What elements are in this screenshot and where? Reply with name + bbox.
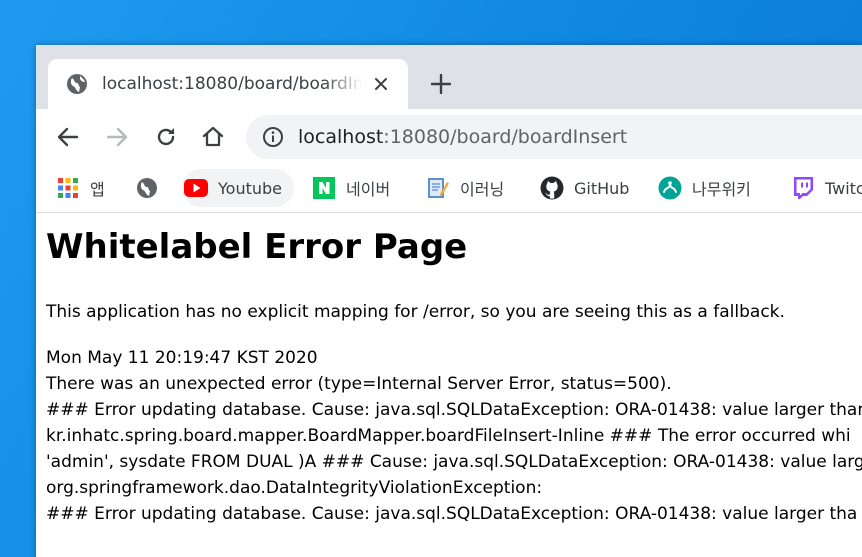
bookmark-youtube[interactable]: Youtube (182, 169, 294, 207)
github-icon (540, 176, 564, 200)
reload-icon (157, 128, 175, 146)
home-icon (202, 126, 224, 147)
error-line: ### Error updating database. Cause: java… (46, 504, 858, 524)
page-content: Whitelabel Error Page This application h… (36, 213, 862, 557)
twitch-icon (791, 176, 815, 200)
arrow-left-icon (57, 127, 79, 147)
back-button[interactable] (54, 123, 82, 151)
bookmark-namuwiki[interactable]: 나무위키 (658, 169, 751, 207)
naver-icon (312, 176, 336, 200)
error-line: ### Error updating database. Cause: java… (46, 400, 862, 420)
url-path: :18080/board/boardInsert (383, 126, 628, 148)
home-button[interactable] (199, 123, 227, 151)
globe-icon (135, 176, 159, 200)
tab-strip: localhost:18080/board/boardInsert (36, 45, 862, 109)
close-icon[interactable] (370, 73, 392, 95)
reload-button[interactable] (152, 123, 180, 151)
error-line: There was an unexpected error (type=Inte… (46, 374, 672, 394)
error-line: 'admin', sysdate FROM DUAL )A ### Cause:… (46, 452, 862, 472)
bookmark-twitch[interactable]: Twitch (791, 169, 862, 207)
new-tab-button[interactable] (428, 71, 454, 97)
plus-icon (431, 74, 451, 94)
page-title: Whitelabel Error Page (46, 227, 468, 267)
bookmark-label: 앱 (90, 180, 105, 199)
bookmark-github[interactable]: GitHub (540, 169, 629, 207)
youtube-icon (184, 176, 208, 200)
url-text: localhost:18080/board/boardInsert (298, 126, 627, 148)
fallback-description: This application has no explicit mapping… (46, 302, 785, 322)
forward-button[interactable] (103, 123, 131, 151)
globe-icon (66, 73, 88, 95)
bookmark-globe[interactable] (135, 169, 159, 207)
bookmark-label: Twitch (825, 178, 862, 198)
apps-grid-icon (56, 176, 80, 200)
url-host: localhost (298, 126, 384, 148)
error-line: kr.inhatc.spring.board.mapper.BoardMappe… (46, 426, 851, 446)
tab-title: localhost:18080/board/boardInsert (102, 74, 362, 94)
namuwiki-icon (658, 176, 682, 200)
error-timestamp: Mon May 11 20:19:47 KST 2020 (46, 348, 318, 368)
bookmark-label: Youtube (218, 178, 282, 198)
arrow-right-icon (106, 127, 128, 147)
bookmark-label: 이러닝 (460, 180, 505, 199)
bookmark-apps[interactable]: 앱 (56, 169, 105, 207)
bookmark-label: GitHub (574, 178, 630, 198)
info-icon[interactable] (262, 126, 284, 148)
bookmark-elearning[interactable]: 이러닝 (426, 169, 504, 207)
notepad-icon (426, 176, 450, 200)
browser-tab[interactable]: localhost:18080/board/boardInsert (48, 59, 408, 109)
error-line: org.springframework.dao.DataIntegrityVio… (46, 478, 543, 498)
bookmark-label: 나무위키 (692, 180, 751, 199)
bookmark-naver[interactable]: 네이버 (312, 169, 390, 207)
bookmarks-bar: 앱 Youtube 네이버 이러닝 GitHub 나무위키 Twitc (36, 165, 862, 213)
address-bar[interactable]: localhost:18080/board/boardInsert (246, 115, 862, 159)
toolbar: localhost:18080/board/boardInsert (36, 109, 862, 165)
bookmark-label: 네이버 (346, 180, 391, 199)
browser-window: localhost:18080/board/boardInsert (36, 45, 862, 557)
